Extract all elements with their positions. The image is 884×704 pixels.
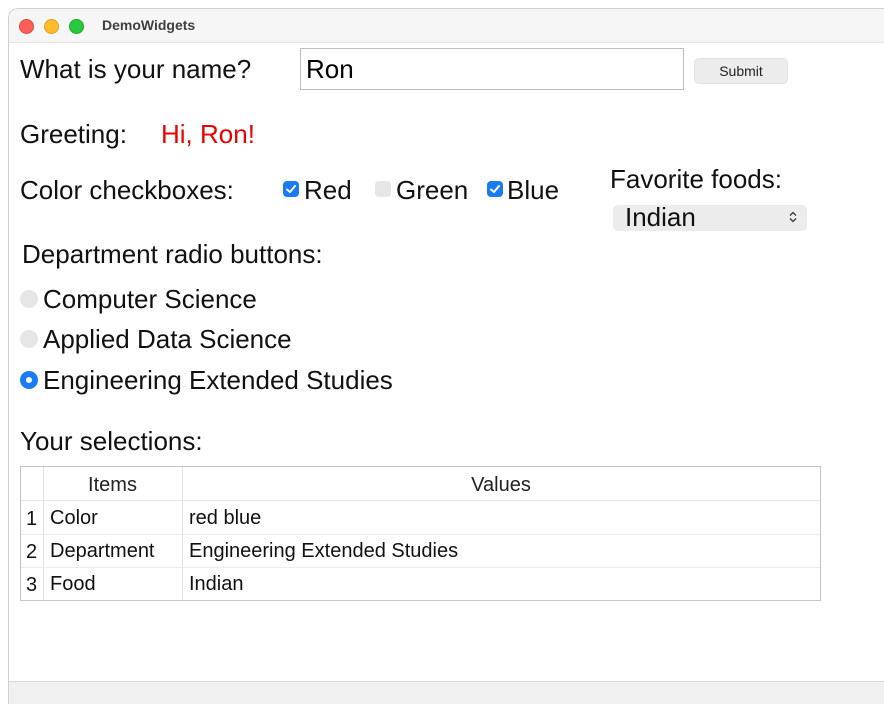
favorite-foods-label: Favorite foods: (610, 164, 782, 194)
row-index: 3 (26, 574, 38, 596)
status-bar (9, 681, 884, 704)
column-header-values[interactable]: Values (182, 474, 820, 497)
department-label: Department radio buttons: (22, 239, 323, 269)
engineering-extended-studies-label[interactable]: Engineering Extended Studies (43, 365, 393, 396)
greeting-value: Hi, Ron! (161, 119, 255, 149)
row-item: Color (50, 507, 98, 529)
selections-label: Your selections: (20, 426, 203, 456)
favorite-foods-selected: Indian (625, 202, 696, 232)
zoom-window-button[interactable] (69, 19, 84, 34)
computer-science-radio[interactable] (20, 290, 38, 308)
red-checkbox-label[interactable]: Red (304, 175, 352, 206)
window-title: DemoWidgets (102, 17, 196, 33)
minimize-window-button[interactable] (44, 19, 59, 34)
computer-science-label[interactable]: Computer Science (43, 284, 257, 315)
checkmark-icon (286, 185, 296, 193)
row-value: Indian (189, 573, 244, 595)
blue-checkbox-label[interactable]: Blue (507, 175, 559, 206)
row-item: Department (50, 540, 155, 562)
favorite-foods-select[interactable]: Indian (613, 202, 807, 232)
greeting-label: Greeting: (20, 119, 127, 149)
row-index: 1 (26, 508, 38, 530)
close-window-button[interactable] (19, 19, 34, 34)
green-checkbox-label[interactable]: Green (396, 175, 468, 206)
chevron-updown-icon (789, 211, 797, 223)
row-value: red blue (189, 507, 262, 529)
red-checkbox[interactable] (283, 181, 299, 197)
name-input[interactable] (300, 48, 684, 90)
color-checkboxes-label: Color checkboxes: (20, 175, 234, 205)
name-label: What is your name? (20, 54, 252, 84)
blue-checkbox[interactable] (487, 181, 503, 197)
applied-data-science-radio[interactable] (20, 330, 38, 348)
column-header-items[interactable]: Items (43, 474, 182, 497)
row-item: Food (50, 573, 96, 595)
checkmark-icon (490, 185, 500, 193)
row-index: 2 (26, 541, 38, 563)
row-value: Engineering Extended Studies (189, 540, 459, 562)
title-bar[interactable]: DemoWidgets (9, 9, 884, 43)
green-checkbox[interactable] (375, 181, 391, 197)
submit-button[interactable]: Submit (694, 58, 788, 84)
app-window: DemoWidgets What is your name? Submit Gr… (8, 8, 884, 704)
engineering-extended-studies-radio[interactable] (20, 371, 38, 389)
selections-table[interactable]: Items Values 1 Color red blue 2 Departme… (20, 466, 821, 601)
applied-data-science-label[interactable]: Applied Data Science (43, 324, 292, 355)
